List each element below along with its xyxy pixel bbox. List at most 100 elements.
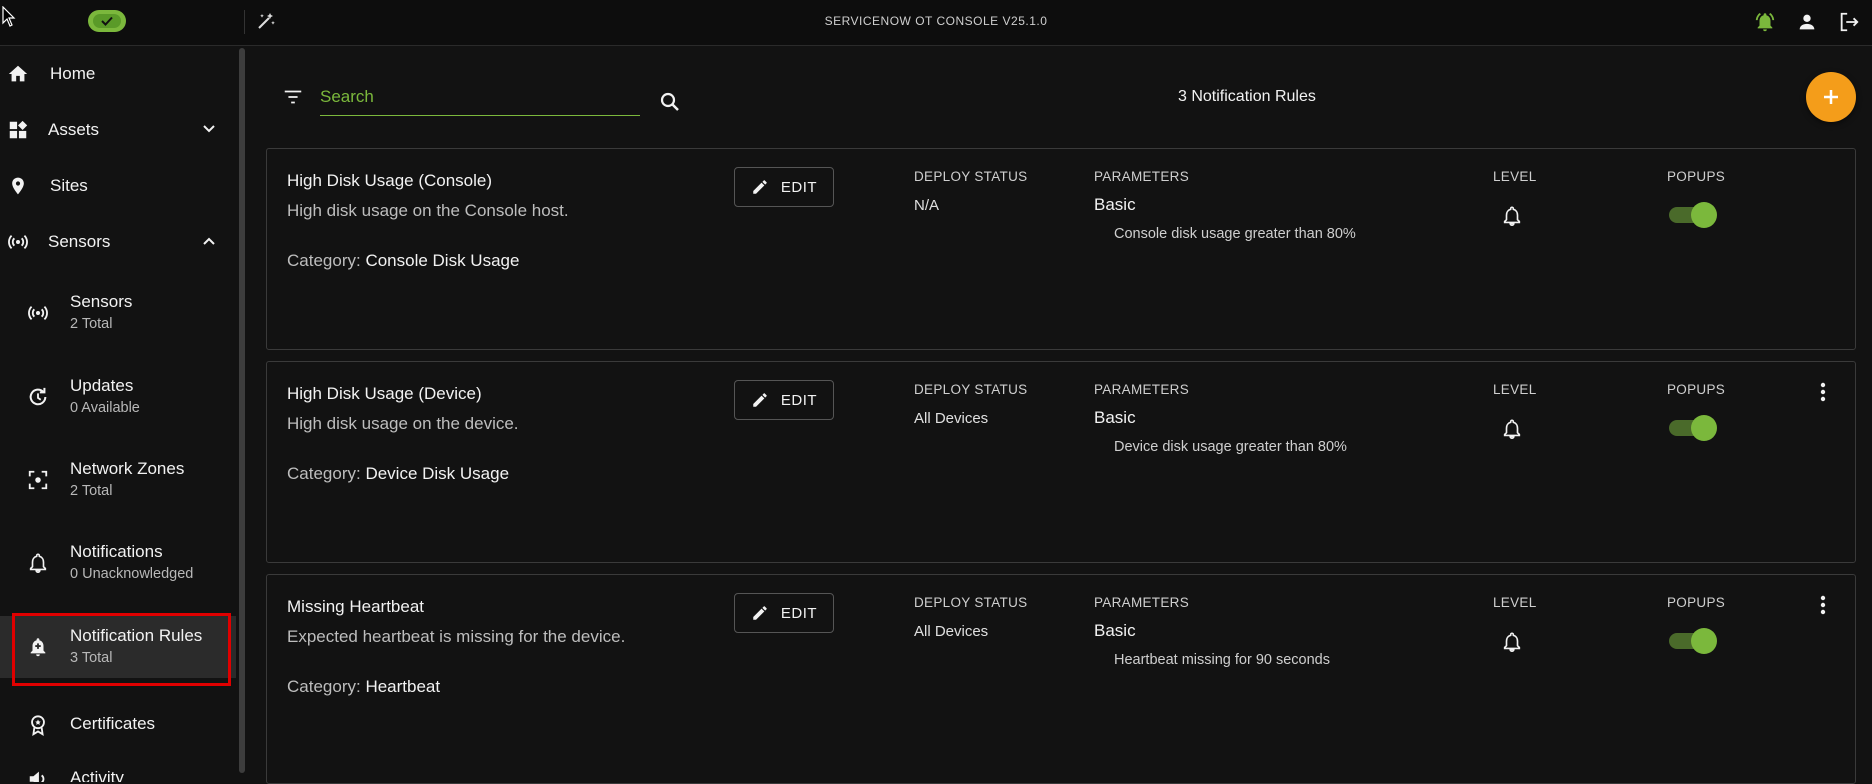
add-rule-button[interactable]	[1806, 72, 1856, 122]
parameter-name: Basic	[1094, 408, 1136, 427]
category-value: Device Disk Usage	[365, 464, 510, 483]
rule-category: Category: Console Disk Usage	[287, 251, 519, 271]
update-icon	[25, 384, 51, 410]
sidebar-item-label: Notifications	[70, 542, 163, 561]
sidebar-item-sensors[interactable]: Sensors 2 Total	[0, 282, 236, 344]
bell-icon	[25, 550, 51, 576]
deploy-status-value: All Devices	[914, 623, 989, 640]
sidebar-item-network-zones[interactable]: Network Zones 2 Total	[0, 449, 236, 511]
rule-name: High Disk Usage (Device)	[287, 384, 482, 403]
search-icon[interactable]	[658, 90, 682, 114]
sidebar-item-label: Sites	[50, 176, 88, 195]
popups-header: POPUPS	[1667, 382, 1726, 397]
parameters-header: PARAMETERS	[1094, 382, 1190, 397]
level-header: LEVEL	[1493, 169, 1537, 184]
popups-toggle[interactable]	[1669, 628, 1717, 654]
logout-icon[interactable]	[1836, 9, 1862, 35]
sidebar-item-sensors-group[interactable]: Sensors	[0, 214, 236, 270]
popups-header: POPUPS	[1667, 595, 1726, 610]
parameter-name: Basic	[1094, 621, 1136, 640]
sidebar-item-sites[interactable]: Sites	[0, 158, 236, 214]
bell-icon	[1503, 419, 1521, 439]
sidebar-item-label: Activity	[70, 768, 124, 782]
sidebar-item-label: Network Zones	[70, 459, 185, 478]
activity-icon	[25, 766, 51, 782]
sidebar-item-label: Assets	[48, 120, 100, 139]
deploy-status-header: DEPLOY STATUS	[914, 382, 1028, 397]
rule-card: Missing Heartbeat Expected heartbeat is …	[266, 574, 1856, 784]
plus-icon	[1824, 90, 1838, 104]
bell-icon	[1503, 632, 1521, 652]
sidebar-item-label: Home	[50, 64, 96, 83]
popups-header: POPUPS	[1667, 169, 1726, 184]
main-content: 3 Notification Rules High Disk Usage (Co…	[246, 46, 1872, 784]
more-vertical-icon[interactable]	[1813, 593, 1833, 617]
top-bar: SERVICENOW OT CONSOLE V25.1.0	[0, 0, 1872, 46]
parameter-description: Device disk usage greater than 80%	[1114, 439, 1347, 455]
rule-name: Missing Heartbeat	[287, 597, 425, 616]
rule-card: High Disk Usage (Console) High disk usag…	[266, 148, 1856, 350]
sidebar-item-certificates[interactable]: Certificates	[0, 696, 236, 752]
category-label: Category:	[287, 251, 361, 270]
sidebar-item-activity[interactable]: Activity	[0, 752, 236, 782]
user-account-icon[interactable]	[1794, 9, 1820, 35]
pencil-icon	[753, 606, 767, 620]
category-value: Console Disk Usage	[365, 251, 520, 270]
sensor-broadcast-icon	[25, 300, 51, 326]
search-input[interactable]	[320, 84, 640, 116]
popups-toggle[interactable]	[1669, 415, 1717, 441]
edit-button[interactable]: EDIT	[734, 593, 834, 633]
sidebar-item-label: Updates	[70, 376, 134, 395]
rule-category: Category: Device Disk Usage	[287, 464, 509, 484]
home-icon	[6, 62, 30, 86]
sidebar-item-count: 0 Available	[70, 400, 140, 416]
rules-count: 3 Notification Rules	[1178, 88, 1316, 105]
sidebar-item-updates[interactable]: Updates 0 Available	[0, 366, 236, 428]
chevron-up-icon[interactable]	[202, 236, 216, 246]
sidebar-item-notifications[interactable]: Notifications 0 Unacknowledged	[0, 532, 236, 594]
alarm-bell-icon[interactable]	[1752, 9, 1778, 35]
level-header: LEVEL	[1493, 595, 1537, 610]
deploy-status-header: DEPLOY STATUS	[914, 169, 1028, 184]
filter-icon[interactable]	[282, 86, 304, 108]
sidebar-scrollbar[interactable]	[238, 46, 246, 774]
rule-description: Expected heartbeat is missing for the de…	[287, 627, 626, 646]
sidebar-item-label: Certificates	[70, 714, 156, 733]
rule-category: Category: Heartbeat	[287, 677, 440, 697]
popups-toggle[interactable]	[1669, 202, 1717, 228]
parameter-description: Heartbeat missing for 90 seconds	[1114, 652, 1330, 668]
sidebar-item-assets[interactable]: Assets	[0, 102, 236, 158]
sensor-broadcast-icon	[6, 230, 30, 254]
edit-label: EDIT	[780, 604, 818, 622]
parameters-header: PARAMETERS	[1094, 169, 1190, 184]
rule-description: High disk usage on the Console host.	[287, 201, 569, 220]
sidebar-item-home[interactable]: Home	[0, 46, 236, 102]
edit-label: EDIT	[780, 178, 818, 196]
rule-name: High Disk Usage (Console)	[287, 171, 493, 190]
parameter-name: Basic	[1094, 195, 1136, 214]
category-label: Category:	[287, 677, 361, 696]
pencil-icon	[753, 393, 767, 407]
bell-icon	[1503, 206, 1521, 226]
category-label: Category:	[287, 464, 361, 483]
annotation-highlight-box	[12, 613, 231, 686]
edit-button[interactable]: EDIT	[734, 167, 834, 207]
deploy-status-value: All Devices	[914, 410, 989, 427]
sidebar-item-count: 2 Total	[70, 483, 113, 499]
chevron-down-icon[interactable]	[202, 124, 216, 134]
rule-card: High Disk Usage (Device) High disk usage…	[266, 361, 1856, 563]
category-value: Heartbeat	[365, 677, 441, 696]
pencil-icon	[753, 180, 767, 194]
sidebar-item-count: 0 Unacknowledged	[70, 566, 194, 582]
certificate-icon	[25, 712, 51, 738]
deploy-status-value: N/A	[914, 197, 940, 214]
edit-button[interactable]: EDIT	[734, 380, 834, 420]
edit-label: EDIT	[780, 391, 818, 409]
more-vertical-icon[interactable]	[1813, 380, 1833, 404]
level-header: LEVEL	[1493, 382, 1537, 397]
sidebar-item-count: 2 Total	[70, 316, 113, 332]
deploy-status-header: DEPLOY STATUS	[914, 595, 1028, 610]
rule-description: High disk usage on the device.	[287, 414, 519, 433]
network-zone-icon	[25, 467, 51, 493]
parameter-description: Console disk usage greater than 80%	[1114, 226, 1356, 242]
